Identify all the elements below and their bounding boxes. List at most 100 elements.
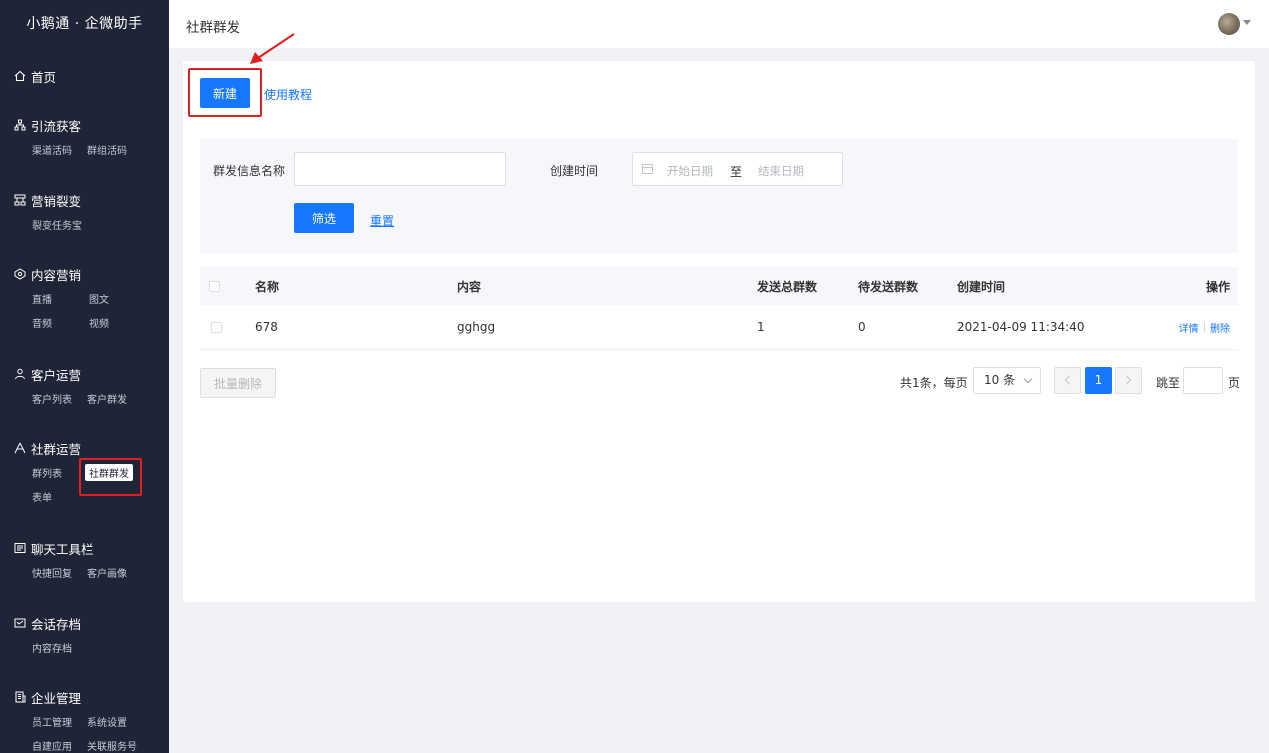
cell-total: 1 (757, 320, 765, 334)
nav-label: 企业管理 (31, 690, 82, 706)
nav-item-marketing[interactable]: 营销裂变 (0, 188, 169, 212)
page-title: 社群群发 (186, 20, 240, 36)
chevron-down-icon (1023, 374, 1033, 384)
chevron-left-icon (1064, 375, 1074, 385)
nav-sub-fission-task[interactable]: 裂变任务宝 (32, 217, 82, 232)
row-checkbox[interactable] (211, 305, 222, 349)
nav-sub-settings[interactable]: 系统设置 (87, 714, 127, 729)
batch-delete-button[interactable]: 批量删除 (200, 368, 276, 398)
community-icon (14, 442, 26, 454)
delete-link[interactable]: 删除 (1210, 320, 1230, 335)
next-page-button[interactable] (1115, 367, 1142, 394)
nav-sub-customer-mass[interactable]: 客户群发 (87, 391, 127, 406)
name-filter-input[interactable] (294, 152, 506, 186)
nav-label: 营销裂变 (31, 193, 82, 209)
cell-name: 678 (255, 320, 278, 334)
col-content: 内容 (457, 279, 482, 294)
start-date-input[interactable]: 开始日期 (667, 163, 713, 179)
highlight-box-new (188, 68, 262, 117)
nav-item-customer[interactable]: 客户运营 (0, 362, 169, 386)
home-icon (14, 70, 26, 82)
nav-sub-live[interactable]: 直播 (32, 291, 74, 306)
end-date-input[interactable]: 结束日期 (758, 163, 804, 179)
nav-sub-customer-list[interactable]: 客户列表 (32, 391, 72, 406)
nav-group-archive: 会话存档 内容存档 (0, 611, 169, 659)
nav-sub-article[interactable]: 图文 (89, 291, 109, 306)
prev-page-button[interactable] (1054, 367, 1081, 394)
nav-item-enterprise[interactable]: 企业管理 (0, 685, 169, 709)
user-icon (15, 368, 25, 380)
nav-label: 引流获客 (31, 118, 82, 134)
nav-item-traffic[interactable]: 引流获客 (0, 113, 169, 137)
nav-group-customer: 客户运营 客户列表 客户群发 (0, 362, 169, 410)
pagination-total: 共1条，每页 (900, 376, 968, 390)
nav-label: 首页 (31, 69, 57, 85)
annotation-arrow-icon (250, 33, 295, 64)
col-pending-groups: 待发送群数 (858, 279, 919, 294)
nav-label: 内容营销 (31, 267, 82, 283)
nav-group-home: 首页 (0, 64, 169, 88)
page-unit-label: 页 (1228, 376, 1241, 390)
nav-label: 社群运营 (31, 441, 82, 457)
time-filter-label: 创建时间 (550, 164, 599, 178)
content-icon (14, 268, 26, 280)
reset-link[interactable]: 重置 (370, 212, 394, 229)
avatar[interactable] (1218, 13, 1240, 35)
filter-button[interactable]: 筛选 (294, 203, 354, 233)
chat-tool-icon (14, 543, 26, 553)
brand-logo: 小鹅通 · 企微助手 (26, 16, 143, 32)
highlight-box-sidebar (79, 458, 142, 496)
network-icon (14, 119, 26, 131)
page-size-value: 10 条 (984, 373, 1016, 387)
cell-actions: 详情 | 删除 (1179, 305, 1230, 349)
nav-group-content: 内容营销 直播 图文 音频 视频 (0, 262, 169, 334)
table-header: 名称 内容 发送总群数 待发送群数 创建时间 操作 (200, 267, 1238, 305)
topbar: 社群群发 (169, 0, 1269, 48)
nav-sub-group-qr[interactable]: 群组活码 (87, 142, 127, 157)
sidebar: 小鹅通 · 企微助手 首页 引流获客 渠道活码 群组活码 营销裂变 裂变任务宝 … (0, 0, 169, 753)
sitemap-icon (14, 194, 26, 206)
nav-group-traffic: 引流获客 渠道活码 群组活码 (0, 113, 169, 161)
detail-link[interactable]: 详情 (1179, 320, 1199, 335)
nav-item-community[interactable]: 社群运营 (0, 436, 169, 460)
jump-label: 跳至 (1156, 376, 1181, 390)
nav-group-enterprise: 企业管理 员工管理 系统设置 自建应用 关联服务号 (0, 685, 169, 753)
col-actions: 操作 (1205, 279, 1230, 294)
nav-sub-quick-reply[interactable]: 快捷回复 (32, 565, 72, 580)
calendar-icon (642, 164, 653, 174)
range-separator: 至 (730, 165, 743, 179)
cell-content: gghgg (457, 320, 496, 334)
mass-message-table: 名称 内容 发送总群数 待发送群数 创建时间 操作 678 gghgg 1 0 … (200, 267, 1238, 350)
nav-sub-form[interactable]: 表单 (32, 489, 52, 504)
select-all-checkbox[interactable] (209, 267, 220, 305)
caret-down-icon[interactable] (1243, 20, 1251, 25)
jump-page-input[interactable] (1183, 367, 1223, 394)
nav-sub-channel-qr[interactable]: 渠道活码 (32, 142, 72, 157)
nav-sub-linked-account[interactable]: 关联服务号 (87, 738, 137, 753)
col-name: 名称 (255, 279, 280, 294)
nav-sub-custom-app[interactable]: 自建应用 (32, 738, 72, 753)
nav-item-content[interactable]: 内容营销 (0, 262, 169, 286)
op-divider: | (1202, 321, 1206, 333)
nav-label: 聊天工具栏 (31, 541, 94, 557)
nav-item-chat-tools[interactable]: 聊天工具栏 (0, 536, 169, 560)
nav-label: 会话存档 (31, 616, 82, 632)
nav-sub-staff[interactable]: 员工管理 (32, 714, 72, 729)
nav-sub-audio[interactable]: 音频 (32, 315, 74, 330)
nav-sub-group-list[interactable]: 群列表 (32, 465, 74, 480)
date-range-picker[interactable]: 开始日期 至 结束日期 (632, 152, 843, 186)
nav-group-marketing: 营销裂变 裂变任务宝 (0, 188, 169, 236)
nav-sub-customer-profile[interactable]: 客户画像 (87, 565, 127, 580)
nav-sub-video[interactable]: 视频 (89, 315, 109, 330)
current-page[interactable]: 1 (1085, 367, 1112, 394)
nav-group-chat-tools: 聊天工具栏 快捷回复 客户画像 (0, 536, 169, 584)
nav-item-home[interactable]: 首页 (0, 64, 169, 88)
nav-sub-content-archive[interactable]: 内容存档 (32, 640, 72, 655)
table-row: 678 gghgg 1 0 2021-04-09 11:34:40 详情 | 删… (200, 305, 1238, 350)
col-created-time: 创建时间 (957, 279, 1006, 294)
nav-label: 客户运营 (31, 367, 82, 383)
nav-item-archive[interactable]: 会话存档 (0, 611, 169, 635)
cell-pending: 0 (858, 320, 866, 334)
tutorial-link[interactable]: 使用教程 (264, 86, 312, 103)
page-size-select[interactable]: 10 条 (973, 367, 1041, 394)
